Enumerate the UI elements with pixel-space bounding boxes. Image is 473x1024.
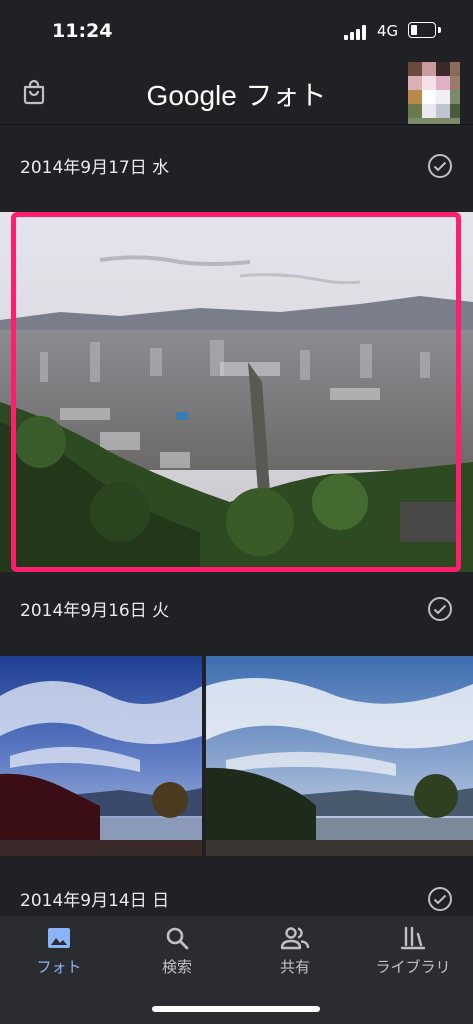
- app-title-brand: Google: [146, 80, 237, 111]
- home-indicator: [152, 1006, 320, 1012]
- library-icon: [400, 926, 426, 950]
- account-avatar[interactable]: [408, 62, 460, 124]
- photo-river-original[interactable]: [206, 656, 473, 856]
- select-check-icon[interactable]: [427, 596, 453, 622]
- status-time: 11:24: [52, 20, 113, 42]
- people-icon: [280, 927, 310, 950]
- app-title: Google フォト: [0, 74, 473, 113]
- photo-city-view[interactable]: [0, 212, 473, 572]
- battery-icon: [408, 22, 436, 38]
- app-title-suffix: フォト: [236, 81, 327, 112]
- date-label: 2014年9月17日 水: [20, 158, 170, 178]
- photo-icon: [48, 928, 70, 948]
- date-header: 2014年9月16日 火: [0, 568, 473, 656]
- photo-river-filtered[interactable]: [0, 656, 202, 856]
- nav-tab-photos[interactable]: フォト: [0, 924, 118, 984]
- signal-strength-icon: [344, 24, 368, 40]
- search-icon: [166, 927, 189, 950]
- date-header: 2014年9月17日 水: [0, 125, 473, 213]
- battery-cap: [438, 27, 441, 33]
- nav-label-sharing: 共有: [279, 958, 310, 976]
- nav-tab-library[interactable]: ライブラリ: [354, 924, 472, 984]
- nav-label-photos: フォト: [36, 958, 82, 976]
- select-check-icon[interactable]: [427, 153, 453, 179]
- date-label: 2014年9月16日 火: [20, 601, 170, 621]
- nav-label-search: 検索: [161, 958, 192, 976]
- app-header: Google フォト: [0, 60, 473, 125]
- nav-label-library: ライブラリ: [375, 958, 451, 976]
- status-bar: 11:24 4G: [0, 0, 473, 60]
- date-label: 2014年9月14日 日: [20, 891, 170, 911]
- network-type: 4G: [377, 22, 399, 40]
- select-check-icon[interactable]: [427, 886, 453, 912]
- nav-tab-search[interactable]: 検索: [118, 924, 236, 984]
- nav-tab-sharing[interactable]: 共有: [236, 924, 354, 984]
